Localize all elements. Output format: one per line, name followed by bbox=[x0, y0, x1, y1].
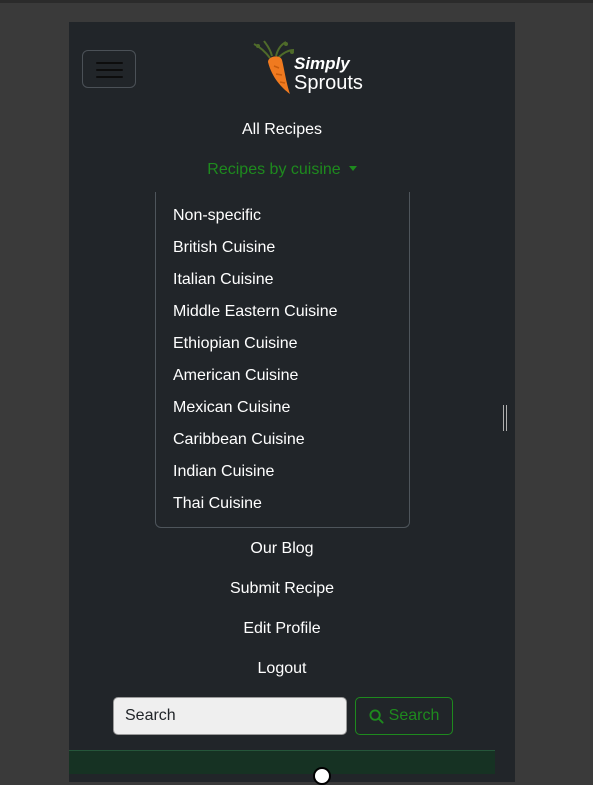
search-icon bbox=[369, 708, 384, 724]
dropdown-item-thai[interactable]: Thai Cuisine bbox=[173, 495, 262, 513]
search-button-label: Search bbox=[388, 707, 440, 724]
nav-all-recipes[interactable]: All Recipes bbox=[69, 121, 495, 139]
footer bbox=[69, 750, 495, 774]
navbar-toggler-button[interactable] bbox=[82, 50, 136, 88]
window-top-strip bbox=[0, 0, 593, 3]
nav-recipes-by-cuisine-label: Recipes by cuisine bbox=[207, 161, 341, 178]
dropdown-item-mexican[interactable]: Mexican Cuisine bbox=[173, 399, 290, 417]
scrollbar-handle[interactable] bbox=[503, 405, 507, 431]
dropdown-item-caribbean[interactable]: Caribbean Cuisine bbox=[173, 431, 305, 449]
dropdown-item-ethiopian[interactable]: Ethiopian Cuisine bbox=[173, 335, 298, 353]
dropdown-item-british[interactable]: British Cuisine bbox=[173, 239, 275, 257]
dropdown-item-middle-eastern[interactable]: Middle Eastern Cuisine bbox=[173, 303, 338, 321]
caret-down-icon bbox=[348, 166, 357, 171]
dropdown-item-italian[interactable]: Italian Cuisine bbox=[173, 271, 274, 289]
search-input[interactable] bbox=[113, 697, 347, 735]
hamburger-icon-bar bbox=[96, 69, 123, 71]
brand-name-line2: Sprouts bbox=[294, 72, 363, 94]
brand-name-line1: Simply bbox=[294, 54, 350, 73]
cuisine-dropdown-menu: Non-specific British Cuisine Italian Cui… bbox=[155, 192, 410, 528]
hamburger-icon-bar bbox=[96, 62, 123, 64]
nav-edit-profile[interactable]: Edit Profile bbox=[69, 620, 495, 638]
footer-icon bbox=[313, 767, 331, 785]
hamburger-icon-bar bbox=[96, 76, 123, 78]
carrot-icon bbox=[253, 40, 295, 94]
dropdown-item-non-specific[interactable]: Non-specific bbox=[173, 207, 261, 225]
nav-our-blog[interactable]: Our Blog bbox=[69, 540, 495, 558]
nav-logout[interactable]: Logout bbox=[69, 660, 495, 678]
dropdown-item-indian[interactable]: Indian Cuisine bbox=[173, 463, 274, 481]
nav-recipes-by-cuisine-toggle[interactable]: Recipes by cuisine bbox=[69, 161, 495, 179]
brand-logo[interactable]: Simply Sprouts bbox=[252, 40, 372, 98]
dropdown-item-american[interactable]: American Cuisine bbox=[173, 367, 298, 385]
search-button[interactable]: Search bbox=[355, 697, 453, 735]
nav-submit-recipe[interactable]: Submit Recipe bbox=[69, 580, 495, 598]
